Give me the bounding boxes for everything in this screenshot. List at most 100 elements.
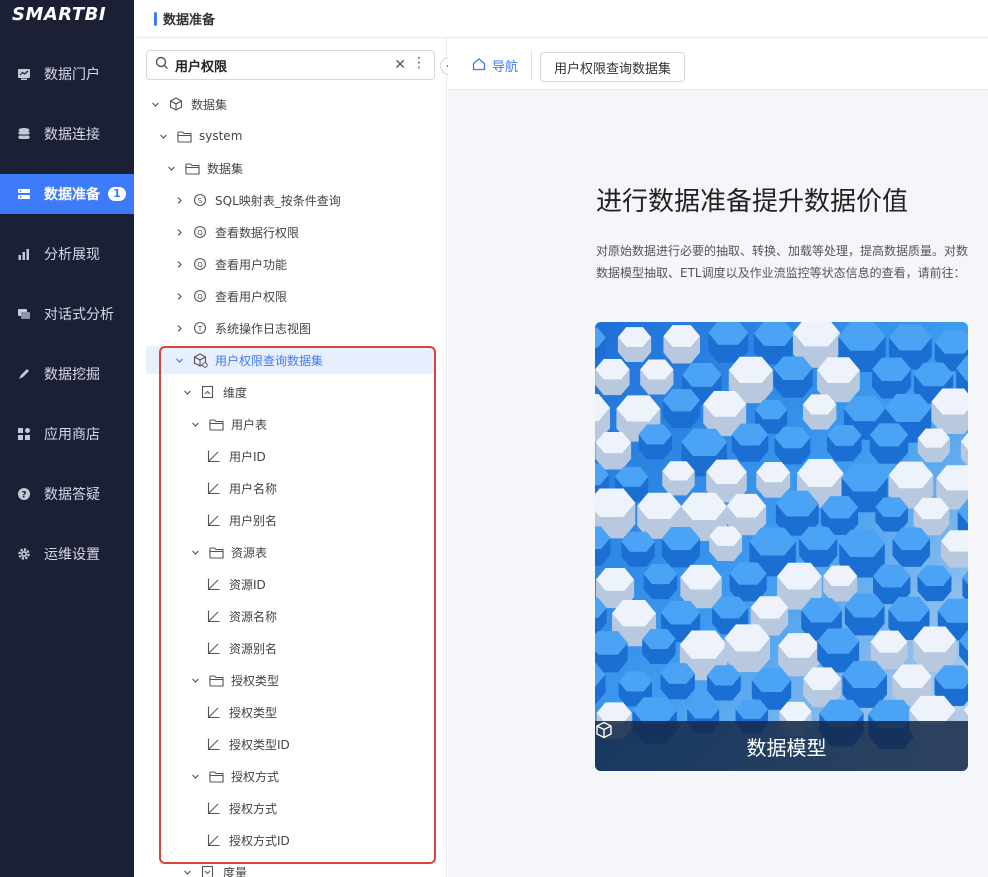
tree-field-item[interactable]: 授权方式 — [134, 794, 446, 822]
nav-item-4[interactable]: 对话式分析 — [0, 294, 134, 334]
chevron-down-icon[interactable] — [188, 673, 202, 687]
more-vertical-icon[interactable]: ⋮ — [412, 55, 426, 71]
tree-node[interactable]: 授权类型 — [134, 666, 446, 694]
svg-text:T: T — [197, 325, 203, 333]
data-model-icon — [192, 352, 208, 368]
chevron-down-icon[interactable] — [188, 417, 202, 431]
home-icon — [472, 57, 486, 75]
nav-item-6[interactable]: 应用商店 — [0, 414, 134, 454]
nav-badge: 1 — [108, 187, 126, 201]
field-icon — [206, 576, 222, 592]
chevron-right-icon[interactable] — [172, 289, 186, 303]
chevron-right-icon[interactable] — [172, 225, 186, 239]
folder-icon — [208, 416, 224, 432]
chevron-right-icon[interactable] — [172, 321, 186, 335]
chevron-down-icon[interactable] — [164, 161, 178, 175]
tree-node[interactable]: 资源表 — [134, 538, 446, 566]
chevron-down-icon[interactable] — [180, 865, 194, 877]
gear-icon — [16, 546, 32, 562]
search-input[interactable] — [175, 57, 375, 73]
field-icon — [206, 640, 222, 656]
chevron-down-icon[interactable] — [148, 97, 162, 111]
nav-item-label: 运维设置 — [44, 547, 100, 563]
search-icon — [155, 56, 169, 74]
nav-item-label: 对话式分析 — [44, 307, 114, 323]
field-icon — [206, 800, 222, 816]
field-icon — [206, 736, 222, 752]
tree-node[interactable]: 度量 — [134, 858, 446, 877]
tree-node[interactable]: S SQL映射表_按条件查询 — [134, 186, 446, 214]
bar-chart-icon — [16, 246, 32, 262]
tree-field-item[interactable]: 用户ID — [134, 442, 446, 470]
nav-item-label: 分析展现 — [44, 247, 100, 263]
chevron-down-icon[interactable] — [172, 353, 186, 367]
nav-item-label: 数据准备 — [44, 187, 100, 203]
chat-icon — [16, 306, 32, 322]
tree-node-label: 用户权限查询数据集 — [215, 353, 324, 368]
hero-desc-line-2: 数据模型抽取、ETL调度以及作业流监控等状态信息的查看，请前往： — [596, 266, 966, 280]
hero-description: 对原始数据进行必要的抽取、转换、加载等处理，提高数据质量。对数 数据模型抽取、E… — [596, 240, 968, 284]
tree-field-item[interactable]: 资源名称 — [134, 602, 446, 630]
tree-field-item[interactable]: 授权方式ID — [134, 826, 446, 854]
tree-field-item[interactable]: 用户别名 — [134, 506, 446, 534]
tree-field-item[interactable]: 授权类型ID — [134, 730, 446, 758]
tree-node[interactable]: 用户权限查询数据集 — [146, 346, 434, 374]
nav-item-label: 数据答疑 — [44, 487, 100, 503]
chevron-down-icon[interactable] — [156, 129, 170, 143]
nav-item-label: 应用商店 — [44, 427, 100, 443]
tab-navigation[interactable]: 导航 — [472, 56, 518, 75]
resource-tree-panel: ✕ ⋮ 数据集 system 数据集 S SQL映射表_按条件查询 Q 查看数据行权限 Q 查看… — [134, 38, 447, 877]
nav-item-2[interactable]: 数据准备 1 — [0, 174, 134, 214]
tree-field-item[interactable]: 资源别名 — [134, 634, 446, 662]
nav-item-1[interactable]: 数据连接 — [0, 114, 134, 154]
chevron-down-icon[interactable] — [188, 545, 202, 559]
tree-node-label: 度量 — [223, 865, 248, 877]
tree-node-label: 授权方式ID — [229, 833, 290, 848]
tree-field-item[interactable]: 资源ID — [134, 570, 446, 598]
svg-text:?: ? — [21, 491, 26, 501]
nav-item-3[interactable]: 分析展现 — [0, 234, 134, 274]
chevron-down-icon[interactable] — [188, 769, 202, 783]
tree-field-item[interactable]: 用户名称 — [134, 474, 446, 502]
logo[interactable]: SMARTBI — [0, 0, 134, 30]
search-box[interactable]: ✕ ⋮ — [146, 50, 435, 80]
chevron-down-icon[interactable] — [180, 385, 194, 399]
data-model-card[interactable]: 数据模型 — [595, 322, 968, 771]
tab-dataset[interactable]: 用户权限查询数据集 — [540, 52, 686, 82]
field-icon — [206, 608, 222, 624]
tree-node-label: 查看用户权限 — [215, 289, 288, 304]
tree-node[interactable]: 数据集 — [134, 90, 446, 118]
tree-node-label: 授权类型 — [229, 705, 278, 720]
page-title: 数据准备 — [163, 13, 216, 28]
tree-node[interactable]: 授权方式 — [134, 762, 446, 790]
tree-node-label: 系统操作日志视图 — [215, 321, 312, 336]
app-store-icon — [16, 426, 32, 442]
blocks-illustration — [595, 322, 968, 771]
tree-node[interactable]: Q 查看用户功能 — [134, 250, 446, 278]
portal-icon — [16, 66, 32, 82]
clear-icon[interactable]: ✕ — [394, 57, 406, 73]
title-marker — [154, 11, 157, 26]
tree-node[interactable]: 维度 — [134, 378, 446, 406]
tab-divider — [531, 50, 532, 80]
hero-title: 进行数据准备提升数据价值 — [596, 187, 909, 217]
chevron-right-icon[interactable] — [172, 257, 186, 271]
tree-node[interactable]: 用户表 — [134, 410, 446, 438]
nav-item-8[interactable]: 运维设置 — [0, 534, 134, 574]
tree-node[interactable]: 数据集 — [134, 154, 446, 182]
tree-node[interactable]: Q 查看用户权限 — [134, 282, 446, 310]
nav-item-5[interactable]: 数据挖掘 — [0, 354, 134, 394]
nav-item-7[interactable]: ? 数据答疑 — [0, 474, 134, 514]
folder-icon — [208, 544, 224, 560]
tree-field-item[interactable]: 授权类型 — [134, 698, 446, 726]
query-icon: Q — [192, 288, 208, 304]
tree-node[interactable]: Q 查看数据行权限 — [134, 218, 446, 246]
mining-icon — [16, 366, 32, 382]
help-icon: ? — [16, 486, 32, 502]
nav-item-0[interactable]: 数据门户 — [0, 54, 134, 94]
folder-icon — [208, 768, 224, 784]
tree-node[interactable]: system — [134, 122, 446, 150]
chevron-right-icon[interactable] — [172, 193, 186, 207]
tree-node-label: 用户表 — [231, 417, 268, 432]
tree-node[interactable]: T 系统操作日志视图 — [134, 314, 446, 342]
